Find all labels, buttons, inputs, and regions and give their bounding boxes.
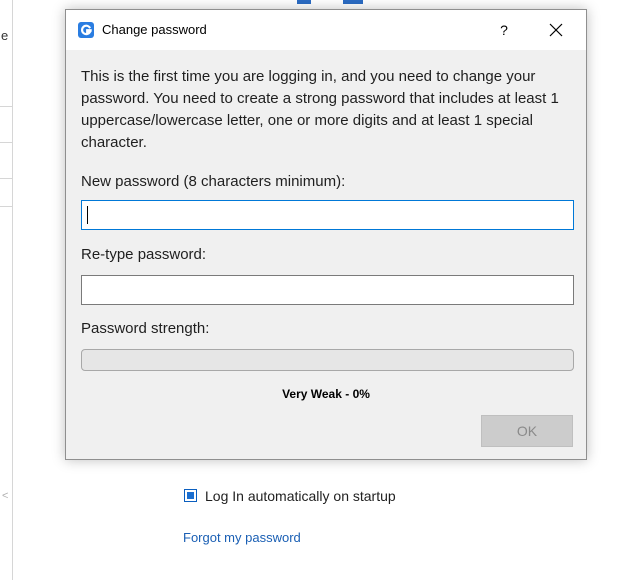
background-text-fragment: e bbox=[1, 28, 9, 43]
close-icon bbox=[536, 23, 576, 37]
dialog-message: This is the first time you are logging i… bbox=[81, 68, 559, 151]
retype-password-input[interactable] bbox=[81, 275, 574, 305]
dialog-title: Change password bbox=[102, 22, 207, 37]
auto-login-label[interactable]: Log In automatically on startup bbox=[205, 488, 396, 504]
password-strength-text: Very Weak - 0% bbox=[282, 387, 370, 401]
dialog-titlebar[interactable]: Change password ? bbox=[66, 10, 586, 50]
close-button[interactable] bbox=[536, 16, 576, 44]
background-divider bbox=[0, 178, 12, 179]
app-logo-icon bbox=[78, 22, 94, 38]
new-password-label: New password (8 characters minimum): bbox=[81, 173, 346, 190]
background-divider bbox=[0, 206, 12, 207]
retype-password-label: Re-type password: bbox=[81, 246, 207, 263]
new-password-input[interactable] bbox=[81, 200, 574, 230]
text-caret bbox=[87, 206, 88, 224]
background-divider bbox=[0, 142, 12, 143]
password-strength-bar bbox=[81, 349, 574, 371]
background-tab-indicator bbox=[343, 0, 363, 4]
change-password-dialog: Change password ? This is the first time… bbox=[65, 9, 587, 460]
background-tab-indicator bbox=[297, 0, 311, 4]
help-button[interactable]: ? bbox=[486, 18, 522, 42]
background-arrow-icon: < bbox=[2, 490, 9, 502]
auto-login-checkbox[interactable] bbox=[184, 489, 197, 502]
background-divider bbox=[0, 106, 12, 107]
forgot-password-link[interactable]: Forgot my password bbox=[183, 530, 301, 545]
password-strength-label: Password strength: bbox=[81, 320, 210, 337]
checkbox-checked-indicator bbox=[187, 492, 194, 499]
screen: e < Change password ? This is the first … bbox=[0, 0, 626, 580]
background-window-edge bbox=[12, 0, 13, 580]
ok-button[interactable]: OK bbox=[481, 415, 573, 447]
